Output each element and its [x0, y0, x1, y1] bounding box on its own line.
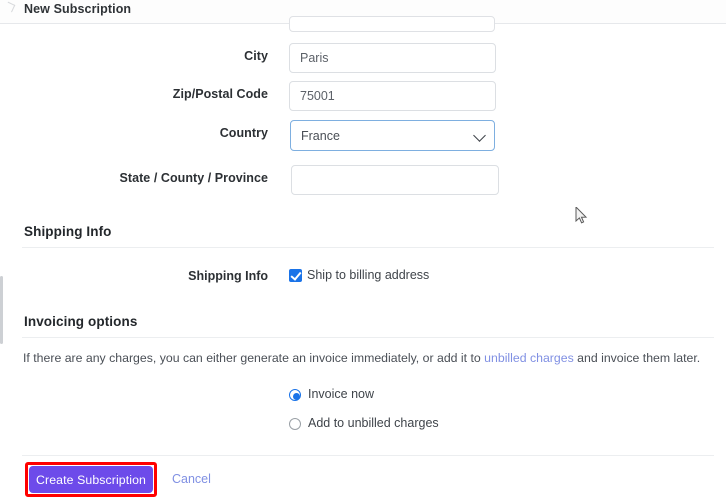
country-select-wrap: France	[290, 120, 495, 151]
scrollbar-thumb[interactable]	[0, 276, 3, 344]
radio-selected-dot	[292, 392, 300, 400]
shipping-section-title: Shipping Info	[24, 224, 112, 239]
form-row-zip: Zip/Postal Code	[0, 81, 726, 111]
mouse-cursor-icon	[575, 207, 588, 224]
invoicing-description: If there are any charges, you can either…	[23, 350, 713, 366]
new-subscription-form-page: New Subscription City Zip/Postal Code Co…	[0, 0, 726, 500]
shipping-section-divider	[22, 247, 714, 248]
city-input[interactable]	[289, 43, 496, 73]
footer-divider	[22, 455, 714, 456]
window-corner-icon	[4, 1, 16, 13]
create-subscription-button[interactable]: Create Subscription	[29, 466, 153, 493]
radio-add-unbilled-control[interactable]	[289, 418, 301, 430]
form-scroll-area[interactable]: City Zip/Postal Code Country France Stat…	[0, 16, 726, 500]
radio-invoice-now-control[interactable]	[289, 389, 301, 401]
zip-input[interactable]	[289, 81, 496, 111]
clipped-address-input[interactable]	[289, 16, 495, 32]
unbilled-charges-link[interactable]: unbilled charges	[484, 351, 574, 365]
state-label: State / County / Province	[119, 171, 268, 185]
radio-invoice-now-label[interactable]: Invoice now	[308, 387, 374, 401]
country-label: Country	[219, 126, 268, 140]
invoicing-description-after: and invoice them later.	[573, 351, 701, 365]
shipping-info-row: Shipping Info Ship to billing address	[0, 266, 726, 286]
invoicing-description-before: If there are any charges, you can either…	[23, 351, 485, 365]
cancel-link[interactable]: Cancel	[172, 472, 211, 486]
form-row-state: State / County / Province	[0, 165, 726, 195]
zip-label: Zip/Postal Code	[172, 87, 268, 101]
invoicing-section-title: Invoicing options	[24, 314, 138, 329]
ship-to-billing-checkbox[interactable]	[289, 269, 302, 282]
shipping-info-label: Shipping Info	[188, 269, 268, 283]
page-title: New Subscription	[24, 2, 132, 16]
check-icon	[290, 269, 302, 281]
ship-to-billing-label[interactable]: Ship to billing address	[307, 268, 429, 282]
city-label: City	[244, 49, 268, 63]
form-row-city: City	[0, 43, 726, 73]
radio-add-unbilled-label[interactable]: Add to unbilled charges	[308, 416, 439, 430]
country-select[interactable]: France	[290, 120, 495, 151]
state-input[interactable]	[291, 165, 499, 195]
form-row-country: Country France	[0, 120, 726, 151]
invoicing-section-divider	[22, 337, 714, 338]
